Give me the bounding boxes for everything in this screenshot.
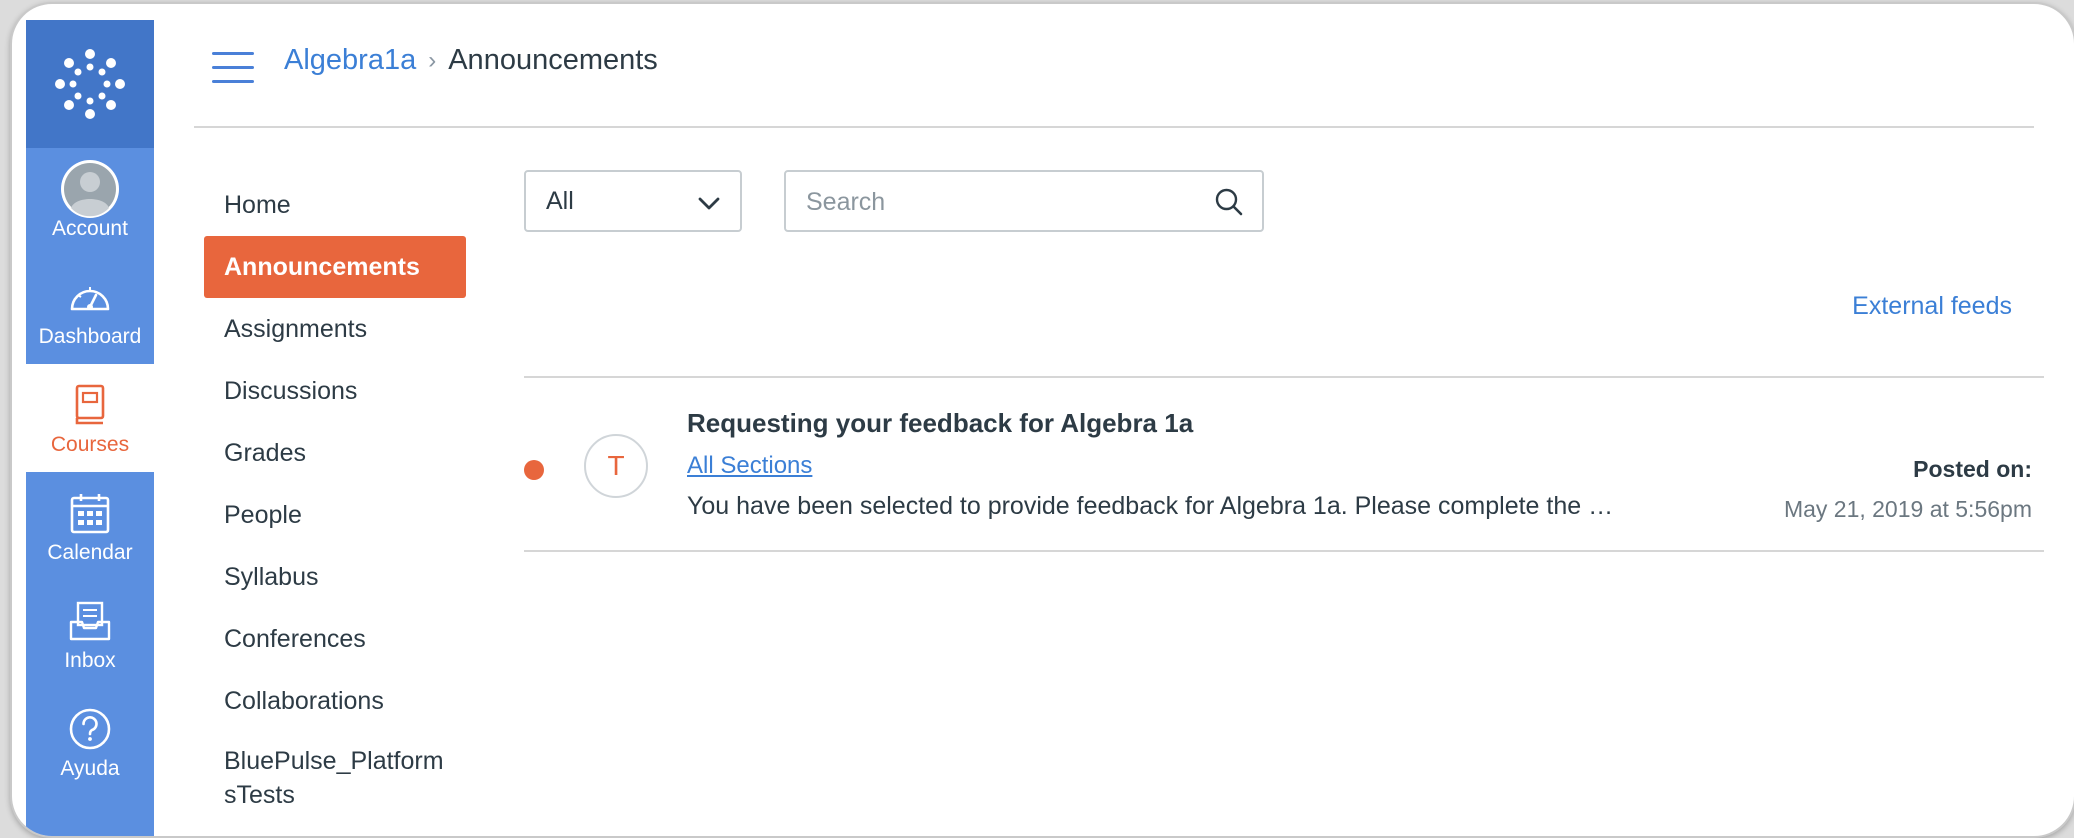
course-nav-discussions[interactable]: Discussions — [204, 360, 466, 422]
calendar-icon — [70, 494, 110, 534]
course-nav-collaborations[interactable]: Collaborations — [204, 670, 466, 732]
global-nav-inbox[interactable]: Inbox — [26, 580, 154, 688]
search-box — [784, 170, 1264, 232]
hamburger-icon — [212, 52, 254, 55]
divider — [524, 376, 2044, 378]
breadcrumb-current: Announcements — [448, 44, 658, 76]
announcement-message: You have been selected to provide feedba… — [687, 492, 1617, 520]
global-nav-help[interactable]: Ayuda — [26, 688, 154, 796]
account-avatar-icon — [61, 160, 119, 218]
announcement-section-link[interactable]: All Sections — [687, 452, 812, 480]
section-filter-value: All — [546, 186, 574, 215]
global-nav-dashboard-label: Dashboard — [38, 325, 142, 348]
external-feeds-link[interactable]: External feeds — [1852, 292, 2012, 321]
course-nav-announcements[interactable]: Announcements — [204, 236, 466, 298]
menu-toggle-button[interactable] — [212, 52, 254, 84]
posted-date: May 21, 2019 at 5:56pm — [1783, 496, 2032, 522]
course-nav-grades[interactable]: Grades — [204, 422, 466, 484]
section-filter-select[interactable]: All — [524, 170, 742, 232]
global-nav-dashboard[interactable]: Dashboard — [26, 256, 154, 364]
canvas-logo-icon — [55, 49, 125, 119]
global-nav-calendar-label: Calendar — [47, 541, 133, 564]
search-input[interactable] — [804, 184, 1198, 220]
chevron-down-icon — [698, 197, 720, 210]
unread-indicator — [524, 460, 544, 480]
page-header: Algebra1a › Announcements — [194, 4, 2034, 128]
global-nav: Account Dashboard Courses Calendar Inbox… — [26, 20, 154, 836]
course-nav-bluepulse[interactable]: BluePulse_PlatformsTests — [204, 732, 466, 812]
dashboard-gauge-icon — [70, 287, 110, 311]
global-nav-account[interactable]: Account — [26, 148, 154, 256]
course-nav-assignments[interactable]: Assignments — [204, 298, 466, 360]
author-avatar: T — [584, 434, 648, 498]
posted-on-label: Posted on: — [1913, 456, 2032, 482]
course-nav-conferences[interactable]: Conferences — [204, 608, 466, 670]
global-nav-inbox-label: Inbox — [64, 649, 116, 672]
announcement-title[interactable]: Requesting your feedback for Algebra 1a — [687, 408, 1193, 439]
global-nav-courses-label: Courses — [50, 433, 130, 456]
course-nav-people[interactable]: People — [204, 484, 466, 546]
courses-book-icon — [75, 384, 105, 425]
global-nav-help-label: Ayuda — [60, 757, 120, 780]
app-window: Account Dashboard Courses Calendar Inbox… — [10, 2, 2074, 838]
canvas-logo[interactable] — [26, 20, 154, 148]
breadcrumb-separator-icon: › — [428, 46, 437, 74]
course-nav-home[interactable]: Home — [204, 174, 466, 236]
global-nav-courses[interactable]: Courses — [26, 364, 154, 472]
course-nav: Home Announcements Assignments Discussio… — [204, 174, 466, 812]
course-nav-syllabus[interactable]: Syllabus — [204, 546, 466, 608]
search-icon[interactable] — [1214, 187, 1244, 217]
inbox-icon — [69, 601, 111, 641]
global-nav-calendar[interactable]: Calendar — [26, 472, 154, 580]
author-avatar-initial: T — [607, 450, 625, 481]
help-question-icon — [69, 708, 111, 750]
breadcrumb: Algebra1a › Announcements — [284, 44, 658, 77]
divider — [524, 550, 2044, 552]
global-nav-account-label: Account — [52, 217, 128, 240]
breadcrumb-course-link[interactable]: Algebra1a — [284, 44, 416, 77]
